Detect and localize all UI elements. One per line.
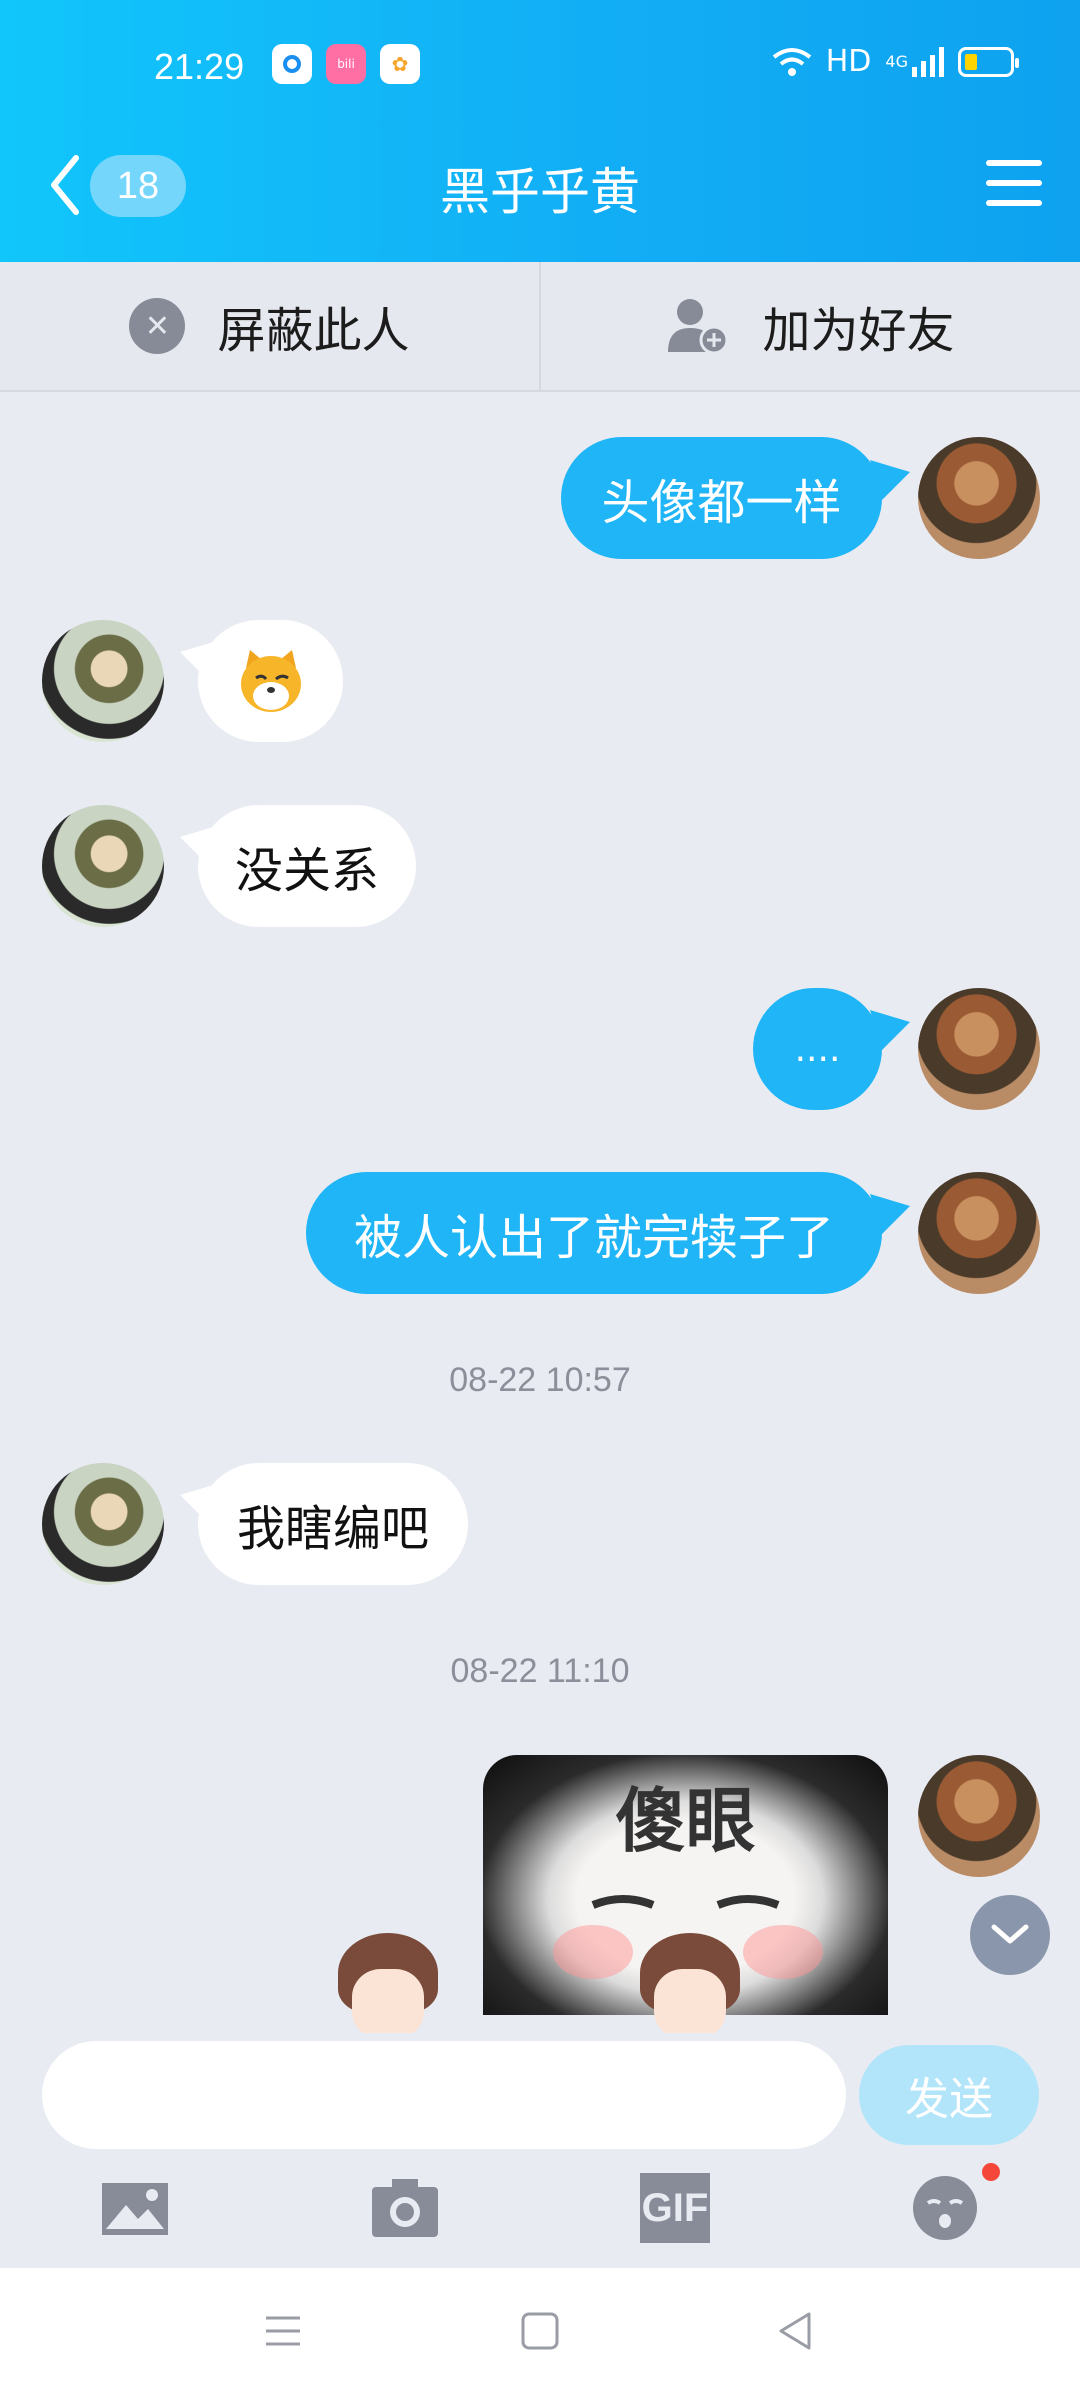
message-bubble-outgoing[interactable]: 头像都一样: [561, 437, 882, 559]
battery-icon: [958, 46, 1019, 77]
chat-input-area: 发送 GIF: [0, 2033, 1080, 2268]
my-avatar[interactable]: [918, 1172, 1040, 1294]
gif-icon[interactable]: GIF: [640, 2173, 710, 2243]
message-text: 头像都一样: [601, 475, 842, 531]
wifi-icon: [772, 47, 811, 76]
theme-character-decoration: [328, 1933, 448, 2043]
my-avatar[interactable]: [918, 437, 1040, 559]
app-header: 21:29 bili ✿ HD 4G 18 黑乎乎黄: [0, 0, 1080, 262]
notification-icons: bili ✿: [272, 44, 420, 84]
theme-character-decoration: [630, 1933, 750, 2043]
signal-icon: [912, 46, 944, 77]
status-bar: 21:29 bili ✿ HD 4G: [0, 38, 1080, 98]
message-timestamp: 08-22 11:10: [450, 1652, 630, 1690]
recent-apps-icon[interactable]: [262, 2310, 304, 2352]
send-button[interactable]: 发送: [859, 2045, 1039, 2145]
add-friend-icon: [668, 299, 729, 355]
character-face: [352, 1969, 424, 2039]
camera-icon[interactable]: [370, 2173, 440, 2243]
status-time: 21:29: [154, 46, 245, 87]
status-indicators: HD 4G: [772, 44, 1019, 79]
message-bubble-incoming[interactable]: 没关系: [198, 805, 416, 927]
message-text: ....: [794, 1028, 841, 1070]
gif-label: GIF: [641, 2185, 709, 2230]
scroll-to-bottom-button[interactable]: [970, 1895, 1050, 1975]
contact-avatar[interactable]: [42, 1463, 164, 1585]
sticker-blush: [553, 1925, 633, 1979]
message-timestamp: 08-22 10:57: [449, 1361, 631, 1399]
message-bubble-outgoing[interactable]: ....: [753, 988, 882, 1110]
character-face: [654, 1969, 726, 2039]
block-user-button[interactable]: ✕ 屏蔽此人: [0, 262, 541, 390]
system-navigation-bar: [0, 2268, 1080, 2400]
message-bubble-incoming[interactable]: 我瞎编吧: [198, 1463, 468, 1585]
dog-emoji-icon: [240, 650, 301, 712]
sticker-blush: [743, 1925, 823, 1979]
bilibili-icon: bili: [326, 44, 366, 84]
block-icon: ✕: [129, 298, 186, 354]
back-icon[interactable]: [775, 2310, 817, 2352]
contact-avatar[interactable]: [42, 620, 164, 742]
input-toolbar: GIF: [0, 2173, 1080, 2253]
add-friend-label: 加为好友: [762, 303, 955, 359]
signal-label: 4G: [885, 52, 908, 71]
message-input[interactable]: [42, 2041, 846, 2149]
stranger-actions-bar: ✕ 屏蔽此人 加为好友: [0, 262, 1080, 392]
contact-avatar[interactable]: [42, 805, 164, 927]
home-icon[interactable]: [519, 2310, 561, 2352]
message-bubble-outgoing[interactable]: 被人认出了就完犊子了: [306, 1172, 882, 1294]
menu-icon[interactable]: [986, 160, 1042, 210]
add-friend-button[interactable]: 加为好友: [541, 262, 1080, 390]
message-text: 我瞎编吧: [236, 1501, 429, 1557]
network-type: HD: [825, 44, 872, 79]
block-user-label: 屏蔽此人: [217, 303, 410, 359]
chevron-down-icon: [991, 1924, 1029, 1944]
gallery-icon: ✿: [380, 44, 420, 84]
message-text: 被人认出了就完犊子了: [353, 1210, 834, 1266]
image-icon[interactable]: [100, 2173, 170, 2243]
chat-title: 黑乎乎黄: [440, 163, 640, 221]
my-avatar[interactable]: [918, 1755, 1040, 1877]
app-notification-icon: [272, 44, 312, 84]
my-avatar[interactable]: [918, 988, 1040, 1110]
emoji-icon[interactable]: [910, 2173, 980, 2243]
message-text: 没关系: [234, 843, 379, 899]
message-bubble-incoming[interactable]: [198, 620, 343, 742]
notification-dot: [982, 2163, 1000, 2181]
